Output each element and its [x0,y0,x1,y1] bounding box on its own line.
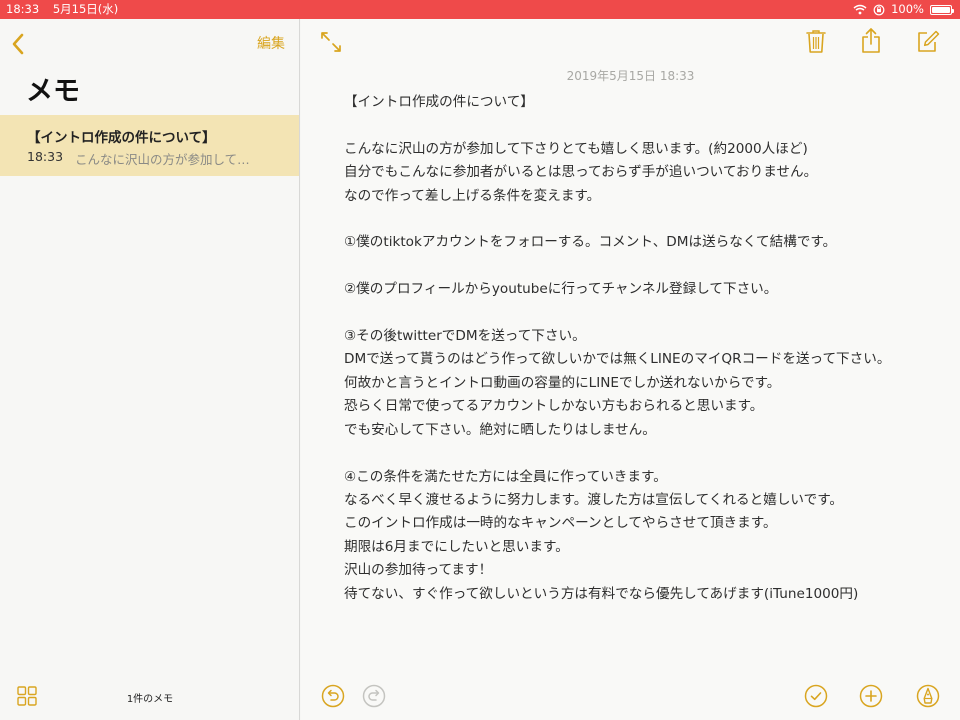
note-line: なので作って差し上げる条件を変えます。 [344,187,601,204]
note-list-item-title: 【イントロ作成の件について】 [27,130,216,146]
status-bar: 18:33 5月15日(水) 100% [0,0,960,19]
note-line: ③その後twitterでDMを送って下さい。 [344,328,586,345]
expand-icon [321,32,341,52]
note-line: なるべく早く渡せるように努力します。渡した方は宣伝してくれると嬉しいです。 [344,491,844,508]
sidebar: 編集 メモ 【イントロ作成の件について】 18:33 こんなに沢山の方が参加して… [0,19,300,720]
share-button[interactable] [861,27,881,54]
note-line: DMで送って貰うのはどう作って欲しいかでは無くLINEのマイQRコードを送って下… [344,351,891,368]
note-list-item-preview: こんなに沢山の方が参加して… [75,152,250,167]
back-chevron-icon [12,33,24,55]
note-line: 沢山の参加待ってます！ [344,562,493,579]
wifi-icon [853,4,867,15]
compose-button[interactable] [916,30,940,54]
note-line: 【イントロ作成の件について】 [344,94,534,110]
redo-button[interactable] [362,684,386,708]
undo-icon [321,684,345,708]
delete-button[interactable] [806,29,826,54]
note-line [344,255,944,278]
note-line: 待てない、すぐ作って欲しいという方は有料でなら優先してあげます(iTune100… [344,585,859,602]
share-icon [862,28,880,53]
redo-icon [362,684,386,708]
battery-percent: 100% [891,2,924,16]
compose-icon [918,30,940,52]
note-line [344,442,944,465]
lock-rotation-icon [873,4,885,16]
note-list-item[interactable]: 【イントロ作成の件について】 18:33 こんなに沢山の方が参加して… [0,115,299,176]
note-line: ②僕のプロフィールからyoutubeに行ってチャンネル登録して下さい。 [344,281,778,298]
note-line: 期限は6月までにしたいと思います。 [344,538,569,555]
add-icon [859,684,883,708]
battery-icon [930,4,954,15]
expand-button[interactable] [320,31,342,53]
checklist-button[interactable] [804,684,828,708]
note-line: こんなに沢山の方が参加して下さりとても嬉しく思います。(約2000人ほど) [344,140,808,157]
battery-fill [932,6,950,13]
note-line [344,114,944,137]
status-time: 18:33 [6,2,40,16]
back-button[interactable] [8,31,30,57]
markup-button[interactable] [916,684,940,708]
note-line: 何故かと言うとイントロ動画の容量的にLINEでしか送れないからです。 [344,374,781,391]
note-body[interactable]: 【イントロ作成の件について】 こんなに沢山の方が参加して下さりとても嬉しく思いま… [344,91,944,606]
add-button[interactable] [859,684,883,708]
note-line [344,302,944,325]
note-line [344,208,944,231]
note-line: でも安心して下さい。絶対に晒したりはしません。 [344,421,656,438]
status-date: 5月15日(水) [52,2,119,16]
checklist-icon [804,684,828,708]
markup-icon [916,684,940,708]
note-date: 2019年5月15日 18:33 [566,69,695,83]
undo-button[interactable] [321,684,345,708]
note-line: ④この条件を満たせた方には全員に作っていきます。 [344,468,667,485]
edit-button[interactable]: 編集 [257,33,285,53]
note-line: ①僕のtiktokアカウントをフォローする。コメント、DMは送らなくて結構です。 [344,234,837,251]
note-count: 1件のメモ [126,694,174,705]
sidebar-title: メモ [26,76,80,107]
trash-icon [806,30,826,53]
note-line: このイントロ作成は一時的なキャンペーンとしてやらさせて頂きます。 [344,515,777,532]
note-line: 恐らく日常で使ってるアカウントしかない方もおられると思います。 [344,398,764,415]
note-list-item-time: 18:33 [27,149,64,164]
note-line: 自分でもこんなに参加者がいるとは思っておらず手が追いついておりません。 [344,164,818,181]
note-editor: 2019年5月15日 18:33 【イントロ作成の件について】 こんなに沢山の方… [301,19,960,720]
